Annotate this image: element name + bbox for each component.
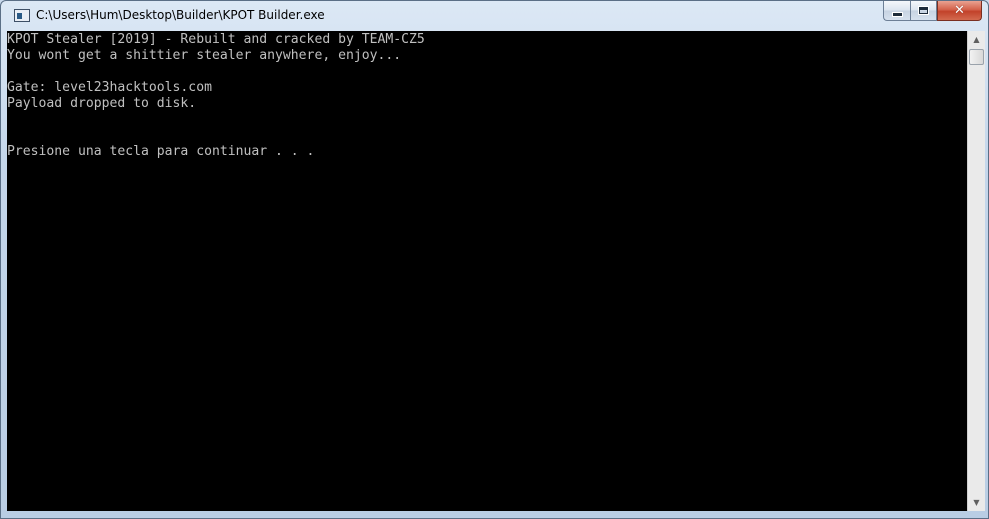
caption-buttons: ✕ bbox=[883, 1, 982, 21]
maximize-icon bbox=[918, 6, 929, 15]
console-line: You wont get a shittier stealer anywhere… bbox=[7, 48, 402, 63]
title-bar[interactable]: C:\Users\Hum\Desktop\Builder\KPOT Builde… bbox=[1, 1, 988, 31]
maximize-button[interactable] bbox=[910, 1, 937, 21]
scroll-down-icon: ▼ bbox=[973, 498, 980, 507]
minimize-icon bbox=[891, 11, 903, 17]
console-app-icon[interactable] bbox=[14, 9, 30, 22]
minimize-button[interactable] bbox=[883, 1, 910, 21]
scrollbar-thumb[interactable] bbox=[969, 49, 984, 65]
scroll-down-button[interactable]: ▼ bbox=[968, 494, 985, 511]
scroll-up-button[interactable]: ▲ bbox=[968, 31, 985, 48]
console-output[interactable]: KPOT Stealer [2019] - Rebuilt and cracke… bbox=[7, 31, 967, 511]
scroll-up-icon: ▲ bbox=[973, 35, 980, 44]
console-line: Gate: level23hacktools.com bbox=[7, 80, 212, 95]
close-icon: ✕ bbox=[954, 3, 965, 18]
console-window: C:\Users\Hum\Desktop\Builder\KPOT Builde… bbox=[0, 0, 989, 519]
close-button[interactable]: ✕ bbox=[937, 1, 982, 21]
console-line: Payload dropped to disk. bbox=[7, 96, 197, 111]
vertical-scrollbar[interactable]: ▲ ▼ bbox=[967, 31, 985, 511]
console-line: Presione una tecla para continuar . . . bbox=[7, 144, 315, 159]
window-title: C:\Users\Hum\Desktop\Builder\KPOT Builde… bbox=[36, 8, 325, 22]
console-line: KPOT Stealer [2019] - Rebuilt and cracke… bbox=[7, 32, 425, 47]
